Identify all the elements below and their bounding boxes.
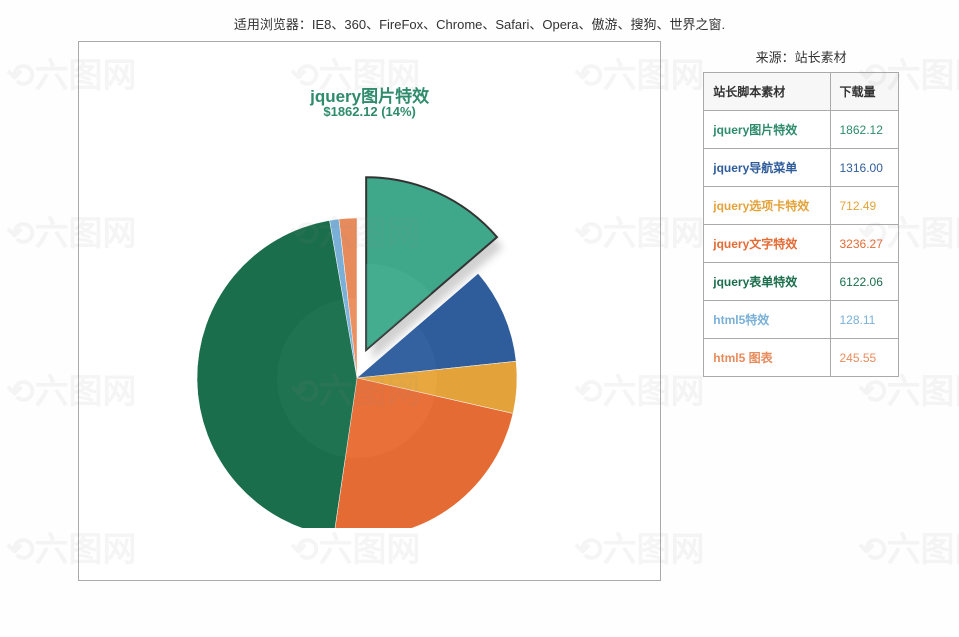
row-name: jquery导航菜单 xyxy=(704,149,830,187)
table-row[interactable]: jquery导航菜单1316.00 xyxy=(704,149,899,187)
row-value: 3236.27 xyxy=(830,225,899,263)
row-name: jquery表单特效 xyxy=(704,263,830,301)
row-name: jquery图片特效 xyxy=(704,111,830,149)
chart-subtitle: $1862.12 (14%) xyxy=(79,104,660,119)
row-value: 245.55 xyxy=(830,339,899,377)
row-value: 1316.00 xyxy=(830,149,899,187)
browser-support-text: 适用浏览器：IE8、360、FireFox、Chrome、Safari、Oper… xyxy=(0,0,959,41)
col-header-name: 站长脚本素材 xyxy=(704,73,830,111)
row-value: 6122.06 xyxy=(830,263,899,301)
pie-chart[interactable] xyxy=(187,128,567,528)
table-row[interactable]: jquery图片特效1862.12 xyxy=(704,111,899,149)
table-row[interactable]: jquery文字特效3236.27 xyxy=(704,225,899,263)
table-row[interactable]: jquery表单特效6122.06 xyxy=(704,263,899,301)
row-name: jquery文字特效 xyxy=(704,225,830,263)
table-row[interactable]: html5 图表245.55 xyxy=(704,339,899,377)
data-table-body: jquery图片特效1862.12jquery导航菜单1316.00jquery… xyxy=(704,111,899,377)
col-header-value: 下载量 xyxy=(830,73,899,111)
data-table: 站长脚本素材 下载量 jquery图片特效1862.12jquery导航菜单13… xyxy=(703,72,899,377)
row-name: html5 图表 xyxy=(704,339,830,377)
source-label: 来源：站长素材 xyxy=(703,47,899,66)
table-row[interactable]: jquery选项卡特效712.49 xyxy=(704,187,899,225)
row-value: 712.49 xyxy=(830,187,899,225)
row-value: 1862.12 xyxy=(830,111,899,149)
row-value: 128.11 xyxy=(830,301,899,339)
pie-chart-container: jquery图片特效 $1862.12 (14%) xyxy=(78,41,661,581)
row-name: html5特效 xyxy=(704,301,830,339)
row-name: jquery选项卡特效 xyxy=(704,187,830,225)
table-row[interactable]: html5特效128.11 xyxy=(704,301,899,339)
